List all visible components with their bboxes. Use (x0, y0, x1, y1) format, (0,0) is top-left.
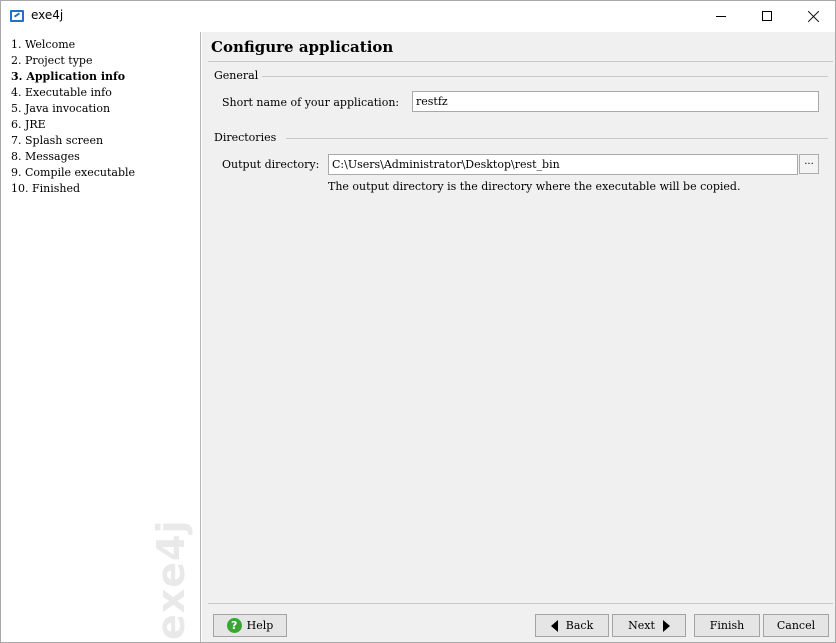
title-bar: exe4j (1, 1, 835, 31)
close-icon (807, 10, 820, 23)
title-divider (208, 61, 833, 62)
step-compile-executable[interactable]: 9. Compile executable (11, 165, 135, 181)
finish-button[interactable]: Finish (694, 614, 760, 637)
short-name-input[interactable]: restfz (412, 91, 819, 112)
arrow-left-icon (550, 619, 558, 632)
help-button-label: Help (246, 619, 274, 632)
directories-divider (286, 138, 828, 139)
general-heading: General (214, 69, 263, 82)
main-panel: Configure application General Short name… (202, 32, 835, 642)
cancel-button[interactable]: Cancel (763, 614, 829, 637)
arrow-right-icon (662, 619, 670, 632)
page-title: Configure application (211, 38, 394, 56)
maximize-icon (762, 11, 772, 21)
directories-heading: Directories (214, 131, 281, 144)
next-button-label: Next (628, 619, 655, 632)
output-directory-label: Output directory: (222, 158, 320, 171)
step-splash-screen[interactable]: 7. Splash screen (11, 133, 103, 149)
watermark-text: exe4j (151, 520, 193, 640)
next-button[interactable]: Next (612, 614, 686, 637)
step-finished[interactable]: 10. Finished (11, 181, 80, 197)
window-title: exe4j (31, 8, 64, 22)
cancel-button-label: Cancel (776, 619, 816, 632)
output-directory-input[interactable]: C:\Users\Administrator\Desktop\rest_bin (328, 154, 798, 175)
step-project-type[interactable]: 2. Project type (11, 53, 92, 69)
wizard-steps-sidebar: 1. Welcome 2. Project type 3. Applicatio… (1, 32, 201, 642)
step-jre[interactable]: 6. JRE (11, 117, 46, 133)
short-name-label: Short name of your application: (222, 96, 400, 109)
exe4j-watermark: exe4j (151, 520, 195, 640)
maximize-button[interactable] (744, 1, 790, 31)
minimize-button[interactable] (698, 1, 744, 31)
exe4j-app-icon (10, 10, 24, 22)
button-bar-divider (208, 603, 833, 604)
minimize-icon (716, 15, 726, 17)
output-directory-hint: The output directory is the directory wh… (328, 180, 741, 193)
step-welcome[interactable]: 1. Welcome (11, 37, 75, 53)
step-messages[interactable]: 8. Messages (11, 149, 80, 165)
back-button-label: Back (565, 619, 594, 632)
close-button[interactable] (790, 1, 836, 31)
help-icon: ? (226, 618, 242, 633)
browse-button[interactable]: ... (799, 154, 819, 174)
step-application-info[interactable]: 3. Application info (11, 69, 125, 85)
exe4j-window: exe4j 1. Welcome 2. Project type 3. Appl… (0, 0, 836, 643)
back-button[interactable]: Back (535, 614, 609, 637)
step-java-invocation[interactable]: 5. Java invocation (11, 101, 110, 117)
finish-button-label: Finish (709, 619, 745, 632)
general-divider (260, 76, 828, 77)
step-executable-info[interactable]: 4. Executable info (11, 85, 112, 101)
help-button[interactable]: ? Help (213, 614, 287, 637)
